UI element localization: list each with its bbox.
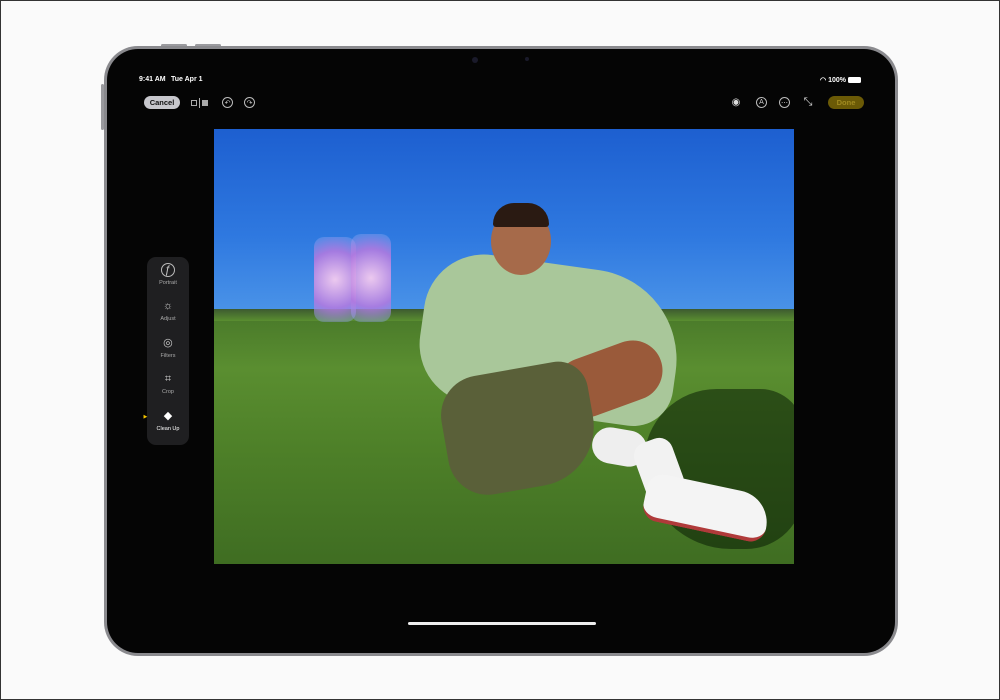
adjust-icon: ☼ <box>162 300 174 313</box>
more-button[interactable]: ⋯ <box>779 97 790 108</box>
done-button[interactable]: Done <box>828 96 864 109</box>
markup-button[interactable]: A <box>756 97 767 108</box>
compare-toggle[interactable] <box>191 98 208 108</box>
hide-icon[interactable]: ◉ <box>729 96 743 109</box>
tool-adjust[interactable]: ☼ Adjust <box>160 299 175 335</box>
wifi-icon: ◠ <box>820 77 827 84</box>
subject-hair <box>493 203 549 227</box>
tool-crop[interactable]: ⌗ Crop <box>161 372 175 408</box>
selected-marker-icon: ▶ <box>143 413 148 420</box>
status-date: Tue Apr 1 <box>171 76 203 83</box>
filters-icon: ◎ <box>163 337 173 350</box>
screen: 9:41 AM Tue Apr 1 ◠ 100% Cancel ↶ ↷ ◉ A … <box>107 49 895 653</box>
status-right: ◠ 100% <box>820 76 862 84</box>
divider <box>199 98 200 108</box>
tool-filters[interactable]: ◎ Filters <box>161 336 176 372</box>
edit-tools-sidebar: ƒ Portrait ☼ Adjust ◎ Filters ⌗ Crop ▶ ◆ Clean… <box>144 257 189 445</box>
eraser-icon: ◆ <box>163 410 173 423</box>
home-indicator[interactable] <box>408 622 596 625</box>
tool-label: Adjust <box>160 316 176 323</box>
battery-percent: 100% <box>828 76 847 84</box>
battery-icon <box>848 77 862 83</box>
crop-icon: ⌗ <box>164 372 172 385</box>
sensor <box>525 57 529 61</box>
cancel-button[interactable]: Cancel <box>144 96 180 109</box>
expand-button[interactable]: ⤡ <box>801 95 815 109</box>
camera <box>472 57 478 63</box>
ipad-device: 9:41 AM Tue Apr 1 ◠ 100% Cancel ↶ ↷ ◉ A … <box>104 46 898 656</box>
tool-label: Clean Up <box>156 425 180 432</box>
portrait-icon: ƒ <box>160 263 175 277</box>
tool-label: Filters <box>160 352 176 359</box>
before-icon <box>191 100 197 106</box>
undo-button[interactable]: ↶ <box>222 97 233 108</box>
tool-label: Portrait <box>159 280 177 286</box>
after-icon <box>202 100 208 106</box>
cleanup-highlight-person <box>351 234 391 322</box>
tool-clean-up[interactable]: ▶ ◆ Clean Up <box>144 409 180 445</box>
status-time: 9:41 AM <box>139 76 166 83</box>
redo-button[interactable]: ↷ <box>244 97 255 108</box>
tool-portrait[interactable]: ƒ Portrait <box>159 263 177 299</box>
photo-canvas[interactable] <box>214 129 794 564</box>
cleanup-highlight-person <box>314 237 356 322</box>
tool-label: Crop <box>162 389 174 396</box>
